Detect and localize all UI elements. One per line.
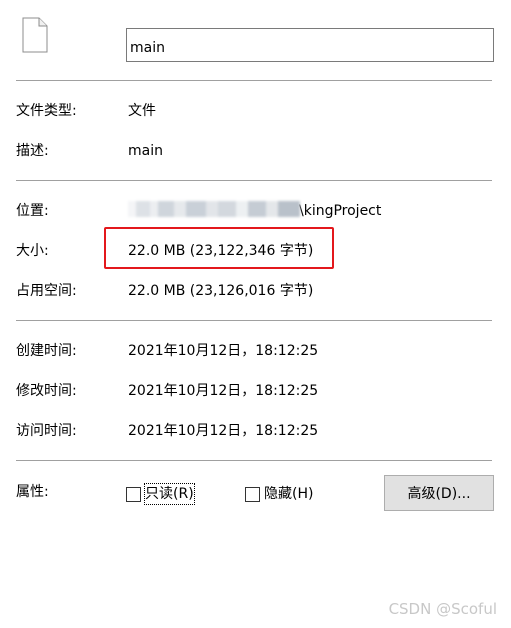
blurred-path (128, 201, 300, 217)
separator (16, 80, 492, 81)
created-value[interactable]: 2021年10月12日，18:12:25 (128, 341, 318, 361)
watermark: CSDN @Scoful (388, 600, 497, 618)
disk-size-value[interactable]: 22.0 MB (23,126,016 字节) (128, 281, 313, 301)
attributes-label: 属性: (16, 484, 49, 500)
disk-size-label: 占用空间: (16, 283, 77, 299)
file-name-input[interactable] (126, 28, 494, 62)
file-type-label: 文件类型: (16, 103, 77, 119)
modified-label: 修改时间: (16, 383, 77, 399)
separator (16, 460, 492, 461)
separator (16, 320, 492, 321)
description-value: main (128, 143, 163, 159)
location-label: 位置: (16, 203, 49, 219)
advanced-button[interactable]: 高级(D)... (384, 475, 494, 511)
readonly-label[interactable]: 只读(R) (144, 483, 195, 505)
highlight-annotation (104, 227, 334, 269)
size-label: 大小: (16, 243, 49, 259)
description-label: 描述: (16, 143, 49, 159)
hidden-label[interactable]: 隐藏(H) (264, 484, 313, 504)
file-icon (22, 17, 48, 53)
readonly-option[interactable]: 只读(R) (126, 483, 195, 505)
location-value[interactable]: \kingProject (128, 201, 381, 221)
hidden-checkbox[interactable] (245, 486, 260, 502)
accessed-label: 访问时间: (16, 423, 77, 439)
hidden-option[interactable]: 隐藏(H) (245, 484, 313, 504)
file-type-value: 文件 (128, 103, 156, 119)
created-label: 创建时间: (16, 343, 77, 359)
accessed-value[interactable]: 2021年10月12日，18:12:25 (128, 421, 318, 441)
separator (16, 180, 492, 181)
modified-value[interactable]: 2021年10月12日，18:12:25 (128, 381, 318, 401)
location-suffix: \kingProject (299, 203, 382, 219)
readonly-checkbox[interactable] (126, 486, 141, 502)
